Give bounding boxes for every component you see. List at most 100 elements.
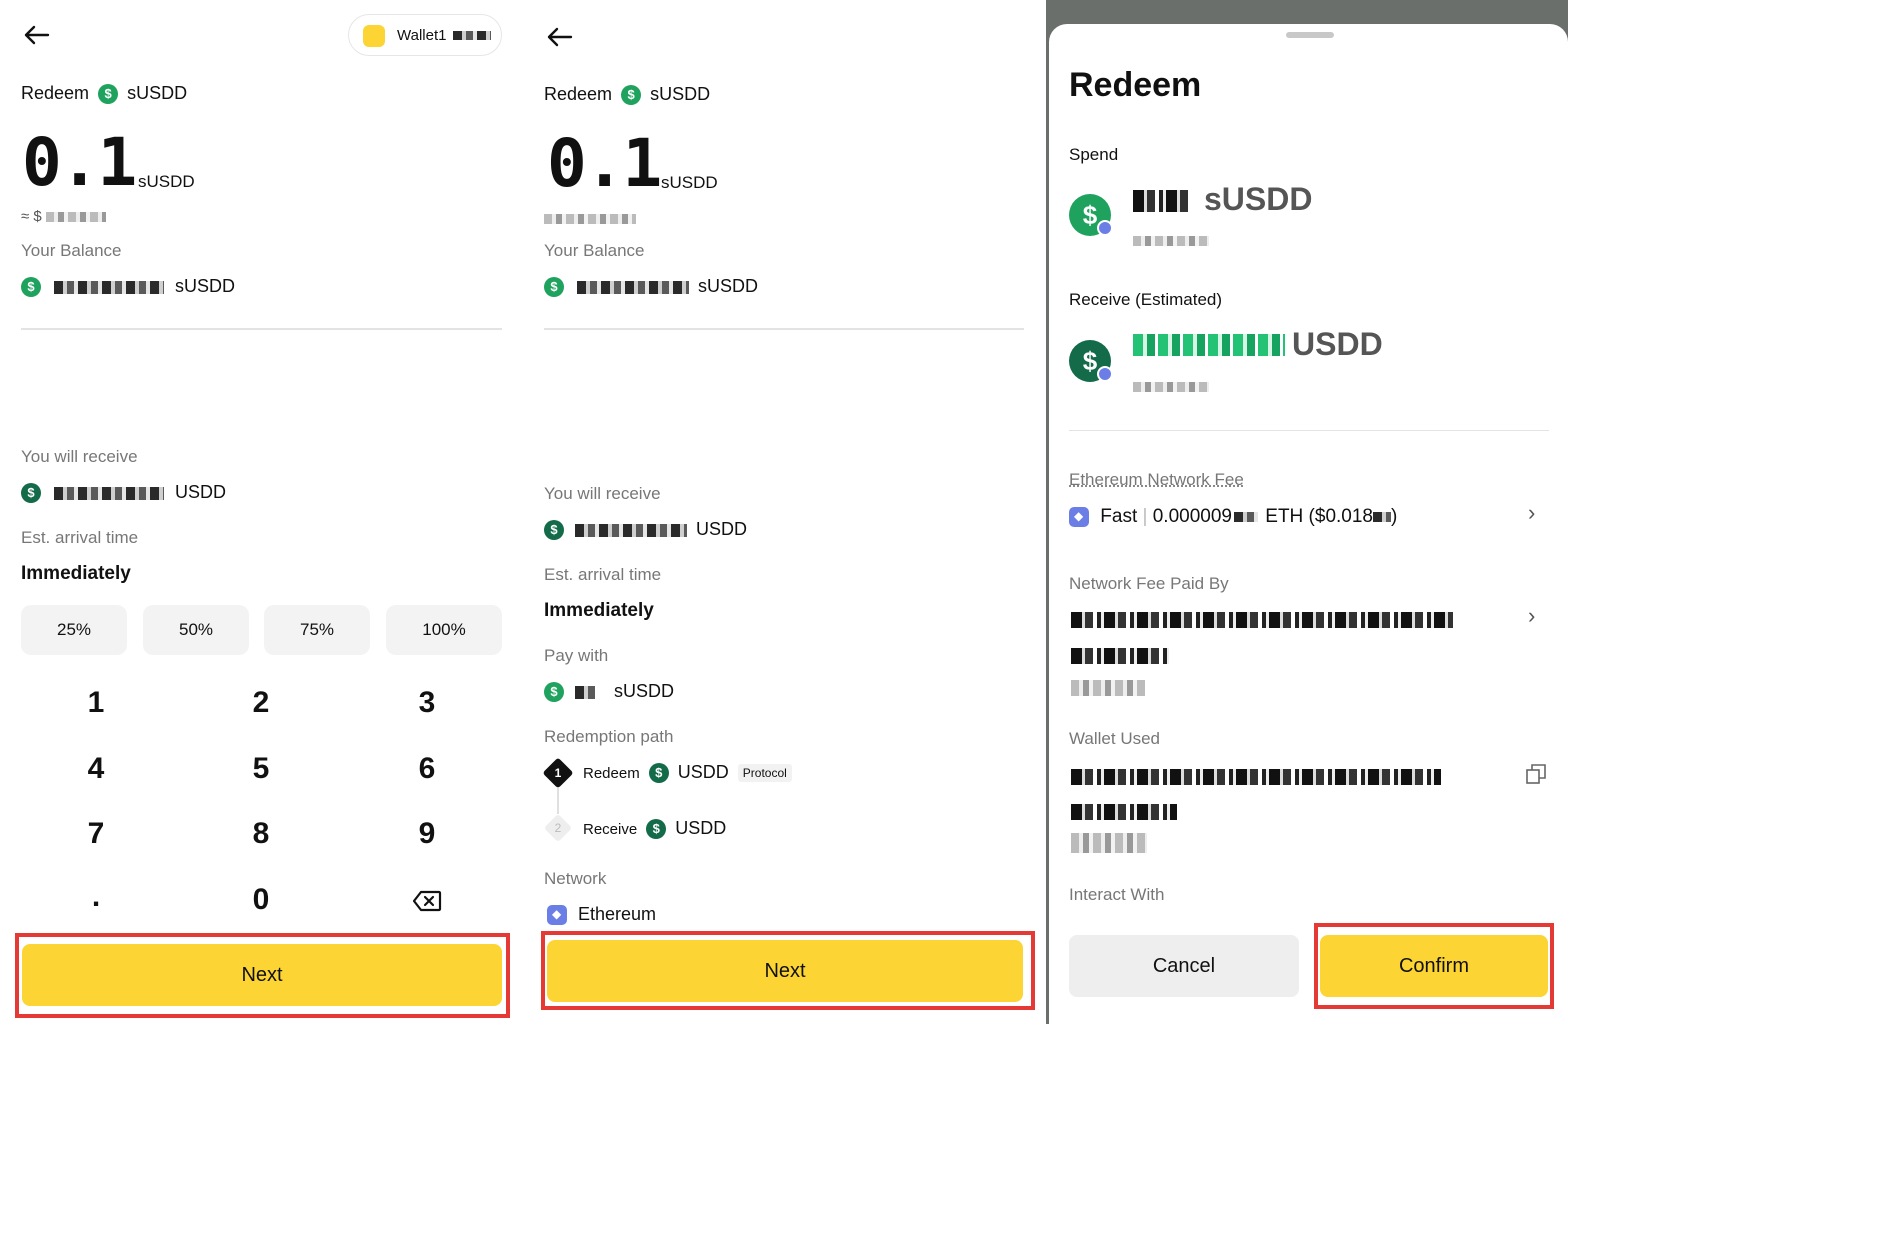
arrival-value: Immediately — [544, 600, 654, 621]
percent-25-button[interactable]: 25% — [21, 605, 127, 655]
confirm-button[interactable]: Confirm — [1320, 935, 1548, 997]
keypad-key-0[interactable]: 0 — [211, 883, 311, 917]
step-1-token: USDD — [677, 762, 729, 782]
paid-by-address-masked-2 — [1071, 648, 1169, 664]
receive-unit: USDD — [175, 482, 227, 502]
ethereum-icon — [1069, 506, 1089, 527]
balance-unit: sUSDD — [175, 276, 236, 296]
amount-value[interactable]: 0.1 — [22, 130, 137, 196]
network-row: Ethereum — [547, 904, 656, 926]
path-connector — [557, 788, 559, 814]
receive-usd-masked — [1133, 382, 1209, 392]
fee-close: ) — [1391, 506, 1398, 527]
wallet-address-masked-2 — [1071, 804, 1177, 820]
keypad-key-4[interactable]: 4 — [46, 752, 146, 786]
redeem-heading: Redeem $ sUSDD — [544, 84, 710, 106]
confirm-sheet-screen: Redeem Spend $ sUSDD Receive (Estimated)… — [1046, 0, 1568, 1024]
step-2-action: Receive — [583, 821, 638, 838]
keypad-key-5[interactable]: 5 — [211, 752, 311, 786]
receive-label: You will receive — [21, 447, 138, 466]
usdd-coin-icon: $ — [21, 483, 41, 504]
receive-unit: USDD — [696, 519, 748, 539]
fee-separator: | — [1142, 506, 1148, 527]
fee-amount: 0.000009 — [1152, 506, 1232, 527]
next-button[interactable]: Next — [547, 940, 1023, 1002]
percent-75-button[interactable]: 75% — [264, 605, 370, 655]
keypad-key-9[interactable]: 9 — [377, 817, 477, 851]
redeem-label: Redeem — [21, 83, 90, 103]
redeem-heading: Redeem $ sUSDD — [21, 83, 188, 105]
approx-usd: ≈ $ — [21, 208, 106, 225]
step-1-action: Redeem — [583, 765, 640, 782]
next-button[interactable]: Next — [22, 944, 502, 1006]
spend-unit: sUSDD — [1204, 181, 1313, 217]
fee-masked — [1233, 511, 1258, 522]
step-2-token: USDD — [675, 818, 727, 838]
step-1-row: Redeem $ USDD Protocol — [583, 762, 792, 784]
paid-by-label: Network Fee Paid By — [1069, 574, 1229, 593]
receive-masked — [575, 523, 688, 537]
receive-masked — [1133, 334, 1285, 356]
paid-by-tag-masked — [1071, 680, 1145, 696]
wallet-masked-suffix — [453, 31, 491, 40]
divider — [544, 328, 1024, 330]
keypad-key-7[interactable]: 7 — [46, 817, 146, 851]
network-label: Network — [544, 869, 607, 888]
susdd-coin-icon: $ — [21, 277, 41, 298]
arrival-value: Immediately — [21, 563, 131, 584]
balance-row: $ sUSDD — [21, 276, 236, 298]
percent-100-button[interactable]: 100% — [386, 605, 502, 655]
balance-masked — [577, 280, 690, 294]
backspace-icon[interactable] — [412, 890, 442, 912]
keypad-key-6[interactable]: 6 — [377, 752, 477, 786]
keypad-key-2[interactable]: 2 — [211, 686, 311, 720]
approx-prefix: ≈ $ — [21, 208, 42, 225]
keypad-key-1[interactable]: 1 — [46, 686, 146, 720]
back-arrow-icon[interactable] — [545, 26, 573, 48]
redeem-token: sUSDD — [127, 83, 188, 103]
amount-unit: sUSDD — [138, 172, 195, 191]
amount-entry-screen: Wallet1 Redeem $ sUSDD 0.1 sUSDD ≈ $ You… — [0, 0, 523, 1024]
receive-masked — [54, 486, 165, 500]
percent-50-button[interactable]: 50% — [143, 605, 249, 655]
spend-usd-masked — [1133, 236, 1209, 246]
cancel-button[interactable]: Cancel — [1069, 935, 1299, 997]
drag-handle[interactable] — [1286, 32, 1334, 38]
amount-value: 0.1 — [547, 125, 662, 202]
receive-label: You will receive — [544, 484, 661, 503]
pay-with-label: Pay with — [544, 646, 609, 665]
pay-with-row: $ sUSDD — [544, 681, 674, 703]
fee-usd-masked — [1373, 511, 1391, 522]
pay-masked — [575, 685, 596, 699]
review-screen: Redeem $ sUSDD 0.1 sUSDD Your Balance $ … — [523, 0, 1046, 1024]
keypad-key-dot[interactable]: . — [46, 880, 146, 914]
spend-masked — [1133, 190, 1191, 212]
divider — [1069, 430, 1549, 431]
susdd-coin-icon: $ — [544, 682, 564, 703]
interact-with-label: Interact With — [1069, 885, 1165, 904]
back-arrow-icon[interactable] — [22, 24, 50, 46]
chevron-right-icon[interactable]: › — [1528, 603, 1535, 629]
wallet-used-label: Wallet Used — [1069, 729, 1161, 748]
receive-row: $ USDD — [544, 519, 748, 541]
bottom-sheet: Redeem Spend $ sUSDD Receive (Estimated)… — [1049, 24, 1568, 1024]
arrival-label: Est. arrival time — [21, 528, 139, 547]
wallet-selector[interactable]: Wallet1 — [348, 14, 502, 56]
balance-label: Your Balance — [544, 241, 645, 260]
amount-unit: sUSDD — [661, 173, 718, 192]
ethereum-icon — [547, 905, 567, 926]
step-2-number: 2 — [554, 821, 562, 835]
keypad-key-8[interactable]: 8 — [211, 817, 311, 851]
approx-masked — [45, 212, 106, 223]
keypad-key-3[interactable]: 3 — [377, 686, 477, 720]
receive-row: $ USDD — [21, 482, 227, 504]
chevron-right-icon[interactable]: › — [1528, 500, 1535, 526]
copy-icon[interactable] — [1525, 763, 1547, 785]
usdd-coin-icon: $ — [648, 763, 669, 784]
fee-row[interactable]: Fast | 0.000009 ETH ($0.018) — [1069, 506, 1397, 528]
arrival-label: Est. arrival time — [544, 565, 662, 584]
balance-masked — [54, 280, 165, 294]
fee-label[interactable]: Ethereum Network Fee — [1069, 470, 1244, 490]
paid-by-address-masked — [1071, 612, 1453, 628]
fee-unit: ETH ($0.018 — [1265, 506, 1373, 527]
